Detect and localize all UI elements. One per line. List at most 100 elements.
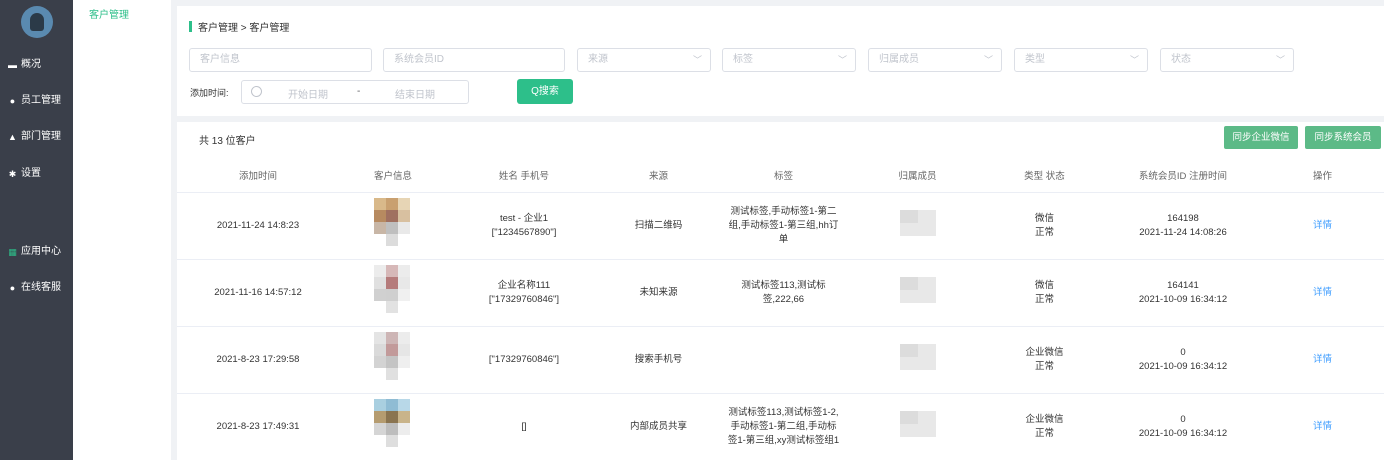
cell-action: 详情: [1261, 259, 1384, 327]
filter-panel: 客户管理 > 客户管理 客户信息 系统会员ID 来源 ﹀ 标签 ﹀ 归属成员 ﹀…: [177, 6, 1384, 116]
member-id: 0: [1180, 346, 1186, 358]
chevron-down-icon: ﹀: [983, 55, 993, 65]
cell-added-time: 2021-8-23 17:29:58: [177, 326, 339, 394]
cell-source: 扫描二维码: [601, 192, 716, 260]
cell-name-phone: 企业名称111 ["17329760846"]: [447, 259, 601, 327]
customer-phone: ["17329760846"]: [488, 293, 560, 305]
cell-owner: [851, 192, 984, 260]
type-select-placeholder: 类型: [1025, 54, 1045, 65]
cell-action: 详情: [1261, 393, 1384, 460]
sync-enterprise-wechat-button[interactable]: 同步企业微信: [1224, 126, 1298, 149]
cell-customer-avatar: [339, 192, 447, 260]
customer-table: 添加时间 客户信息 姓名 手机号 来源 标签 归属成员 类型 状态 系统会员ID…: [177, 158, 1384, 460]
tag-select-placeholder: 标签: [733, 54, 753, 65]
breadcrumb: 客户管理 > 客户管理: [189, 19, 289, 34]
customer-type: 微信: [1034, 279, 1054, 291]
customer-type: 企业微信: [1025, 413, 1064, 425]
column-header: 归属成员: [851, 158, 984, 193]
breadcrumb-text: 客户管理 > 客户管理: [198, 23, 290, 34]
chevron-down-icon: ﹀: [1129, 55, 1139, 65]
department-icon: ▲: [8, 131, 17, 142]
customer-count: 共 13 位客户: [199, 136, 256, 147]
sidebar-item-settings[interactable]: ✱ 设置: [8, 166, 41, 182]
status-select[interactable]: 状态 ﹀: [1160, 48, 1294, 72]
detail-link[interactable]: 详情: [1313, 421, 1332, 432]
customer-phone: []: [521, 420, 527, 432]
detail-link[interactable]: 详情: [1313, 354, 1332, 365]
customer-status: 正常: [1034, 293, 1054, 305]
date-end-input[interactable]: 结束日期: [395, 86, 435, 101]
gear-icon: ✱: [8, 168, 17, 179]
main-content: 客户管理 > 客户管理 客户信息 系统会员ID 来源 ﹀ 标签 ﹀ 归属成员 ﹀…: [177, 6, 1384, 460]
customer-avatar-image: [374, 399, 412, 449]
tag-select[interactable]: 标签 ﹀: [722, 48, 856, 72]
source-select[interactable]: 来源 ﹀: [577, 48, 711, 72]
column-header: 系统会员ID 注册时间: [1105, 158, 1261, 193]
sidebar-item-department[interactable]: ▲ 部门管理: [8, 129, 61, 145]
column-header: 标签: [716, 158, 851, 193]
date-start-input[interactable]: 开始日期: [288, 86, 328, 101]
member-id: 164141: [1167, 279, 1199, 291]
customer-avatar-image: [374, 265, 412, 315]
sidebar-item-overview[interactable]: ▬ 概况: [8, 57, 41, 73]
customer-type: 企业微信: [1025, 346, 1064, 358]
customer-status: 正常: [1034, 360, 1054, 372]
column-header: 类型 状态: [984, 158, 1105, 193]
cell-name-phone: test - 企业1 ["1234567890"]: [447, 192, 601, 260]
search-button[interactable]: Q搜索: [517, 79, 573, 104]
cell-tags: 测试标签113,测试标签1-2,手动标签1-第二组,手动标签1-第三组,xy测试…: [716, 393, 851, 460]
date-range-picker[interactable]: 开始日期 - 结束日期: [241, 80, 469, 104]
sidebar-item-label: 概况: [21, 59, 41, 70]
customer-avatar-image: [374, 332, 412, 382]
sync-system-members-button[interactable]: 同步系统会员: [1305, 126, 1381, 149]
column-header: 客户信息: [339, 158, 447, 193]
cell-type-status: 企业微信 正常: [984, 393, 1105, 460]
customer-phone: ["1234567890"]: [491, 226, 557, 238]
cell-source: 未知来源: [601, 259, 716, 327]
column-header: 添加时间: [177, 158, 339, 193]
cell-member-id-reg: 164141 2021-10-09 16:34:12: [1105, 259, 1261, 327]
sidebar-item-label: 员工管理: [21, 95, 61, 106]
cell-type-status: 企业微信 正常: [984, 326, 1105, 394]
cell-tags: 测试标签,手动标签1-第二组,手动标签1-第三组,hh订单: [716, 192, 851, 260]
overview-icon: ▬: [8, 59, 17, 70]
owner-avatar-image: [899, 411, 936, 437]
date-filter-label: 添加时间:: [190, 88, 229, 98]
column-header: 姓名 手机号: [447, 158, 601, 193]
owner-select[interactable]: 归属成员 ﹀: [868, 48, 1002, 72]
cell-source: 内部成员共享: [601, 393, 716, 460]
member-id-input[interactable]: 系统会员ID: [383, 48, 565, 72]
cell-name-phone: []: [447, 393, 601, 460]
type-select[interactable]: 类型 ﹀: [1014, 48, 1148, 72]
customer-name: 企业名称111: [497, 279, 551, 291]
source-select-placeholder: 来源: [588, 54, 608, 65]
cell-tags: [716, 326, 851, 394]
detail-link[interactable]: 详情: [1313, 287, 1332, 298]
sidebar-item-label: 应用中心: [21, 246, 61, 257]
sidebar-item-support[interactable]: ● 在线客服: [8, 280, 61, 296]
detail-link[interactable]: 详情: [1313, 220, 1332, 231]
customer-phone: ["17329760846"]: [488, 353, 560, 365]
sidebar-item-label: 部门管理: [21, 131, 61, 142]
column-header: 操作: [1261, 158, 1384, 193]
table-row: 2021-11-24 14:8:23 test - 企业1 ["12345678…: [177, 192, 1384, 260]
owner-avatar-image: [899, 277, 936, 303]
sidebar-item-staff[interactable]: ● 员工管理: [8, 93, 61, 109]
cell-member-id-reg: 0 2021-10-09 16:34:12: [1105, 393, 1261, 460]
submenu-item-customer-management[interactable]: 客户管理: [89, 6, 129, 21]
cell-type-status: 微信 正常: [984, 192, 1105, 260]
cell-tags: 测试标签113,测试标签,222,66: [716, 259, 851, 327]
column-header: 来源: [601, 158, 716, 193]
support-icon: ●: [9, 282, 16, 293]
owner-avatar-image: [899, 344, 936, 370]
chevron-down-icon: ﹀: [1275, 55, 1285, 65]
cell-name-phone: ["17329760846"]: [447, 326, 601, 394]
cell-type-status: 微信 正常: [984, 259, 1105, 327]
user-avatar[interactable]: [21, 6, 53, 38]
submenu-panel: 客户管理: [73, 0, 171, 460]
date-range-separator: -: [357, 86, 361, 97]
customer-avatar-image: [374, 198, 412, 248]
customer-info-input[interactable]: 客户信息: [189, 48, 372, 72]
sidebar-item-app-center[interactable]: ▦ 应用中心: [8, 244, 61, 260]
status-select-placeholder: 状态: [1171, 54, 1191, 65]
